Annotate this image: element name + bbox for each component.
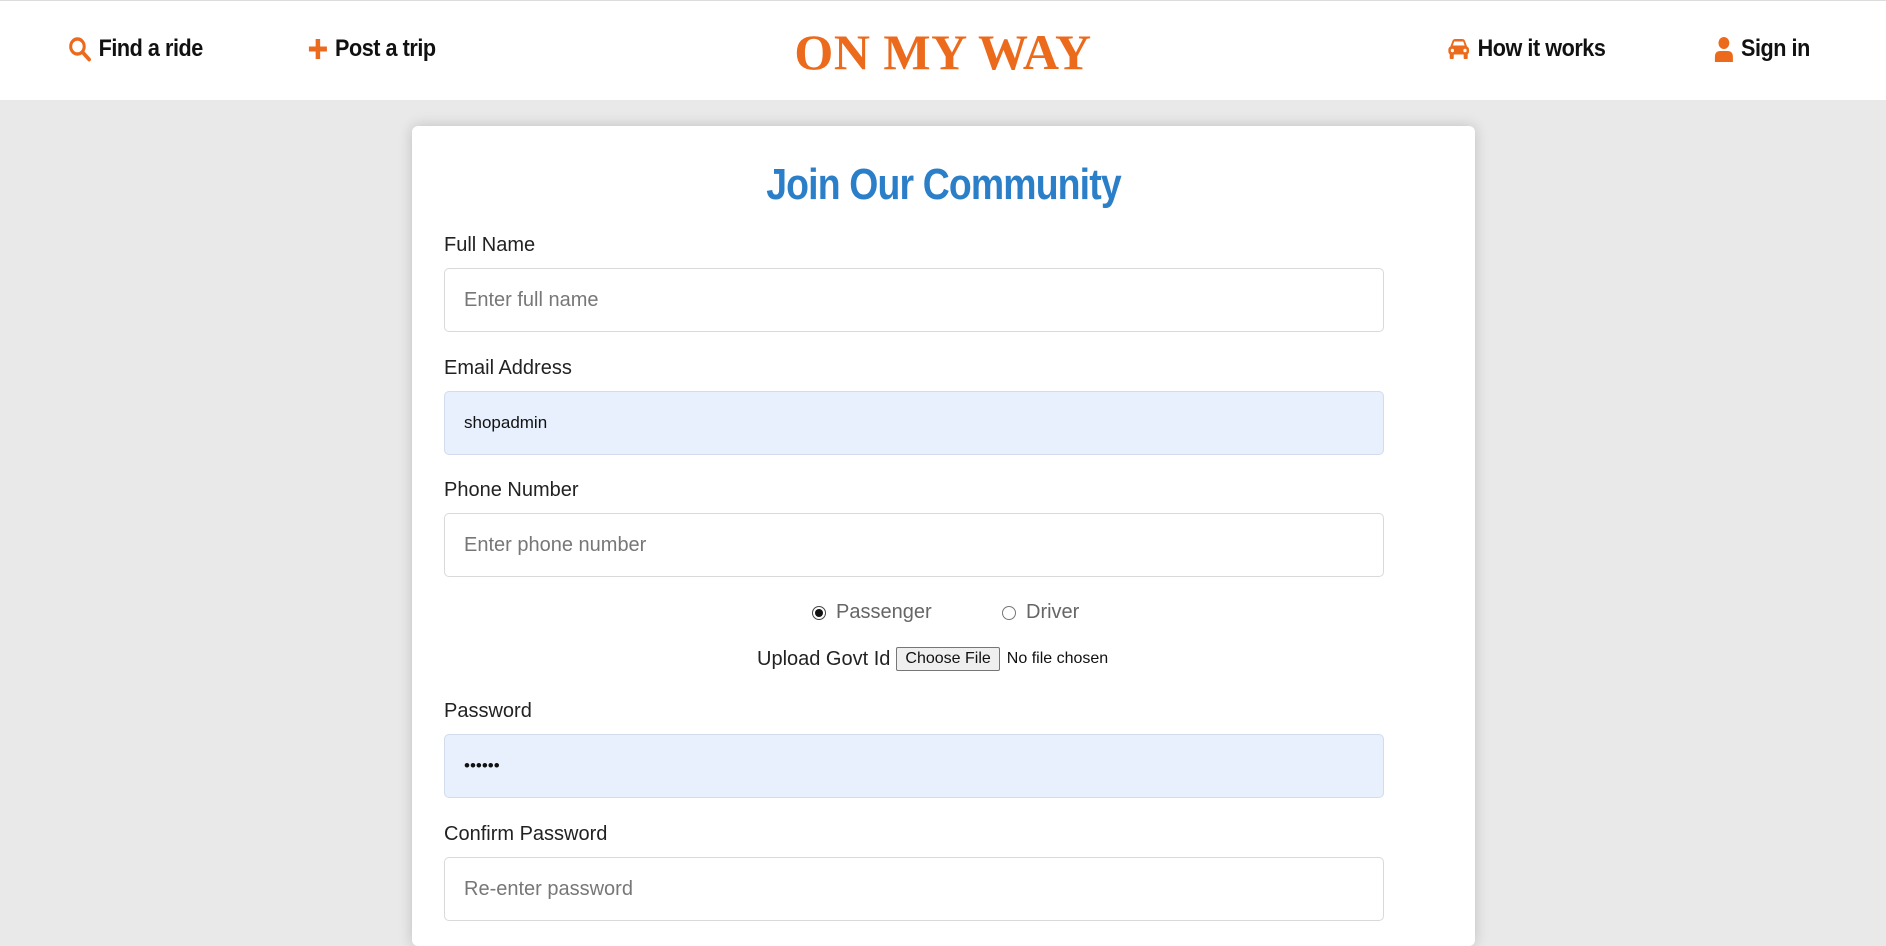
role-selector: Passenger Driver xyxy=(412,601,1475,631)
post-trip-label: Post a trip xyxy=(335,35,436,62)
passenger-radio[interactable] xyxy=(812,605,826,620)
upload-govt-id-row: Upload Govt Id Choose File No file chose… xyxy=(757,647,1108,671)
driver-option[interactable]: Driver xyxy=(1002,601,1079,624)
sign-in-label: Sign in xyxy=(1741,35,1810,62)
how-it-works-link[interactable]: How it works xyxy=(1447,35,1606,63)
how-it-works-label: How it works xyxy=(1477,35,1606,62)
full-name-input[interactable] xyxy=(444,268,1384,332)
choose-file-button[interactable]: Choose File xyxy=(896,647,1000,671)
plus-icon xyxy=(308,38,328,60)
full-name-label: Full Name xyxy=(444,234,536,256)
car-icon xyxy=(1447,38,1470,60)
driver-label: Driver xyxy=(1026,601,1080,623)
search-icon xyxy=(68,36,91,62)
form-title: Join Our Community xyxy=(766,160,1121,209)
top-nav-bar: Find a ride Post a trip ON MY WAY How it… xyxy=(0,0,1886,100)
phone-input[interactable] xyxy=(444,513,1384,577)
post-trip-link[interactable]: Post a trip xyxy=(308,35,436,63)
phone-label: Phone Number xyxy=(444,479,579,501)
passenger-label: Passenger xyxy=(836,601,932,623)
email-input[interactable] xyxy=(444,391,1384,455)
find-ride-label: Find a ride xyxy=(98,35,204,62)
upload-govt-id-label: Upload Govt Id xyxy=(757,647,891,670)
password-label: Password xyxy=(444,700,532,722)
find-ride-link[interactable]: Find a ride xyxy=(68,35,203,63)
confirm-password-label: Confirm Password xyxy=(444,823,608,845)
confirm-password-input[interactable] xyxy=(444,857,1384,921)
user-icon xyxy=(1714,36,1734,62)
password-input[interactable] xyxy=(444,734,1384,798)
driver-radio[interactable] xyxy=(1002,605,1016,620)
file-status-text: No file chosen xyxy=(1006,650,1109,667)
passenger-option[interactable]: Passenger xyxy=(812,601,932,624)
sign-in-link[interactable]: Sign in xyxy=(1714,35,1810,63)
signup-card: Join Our Community Full Name Email Addre… xyxy=(412,126,1475,946)
email-label: Email Address xyxy=(444,357,572,379)
